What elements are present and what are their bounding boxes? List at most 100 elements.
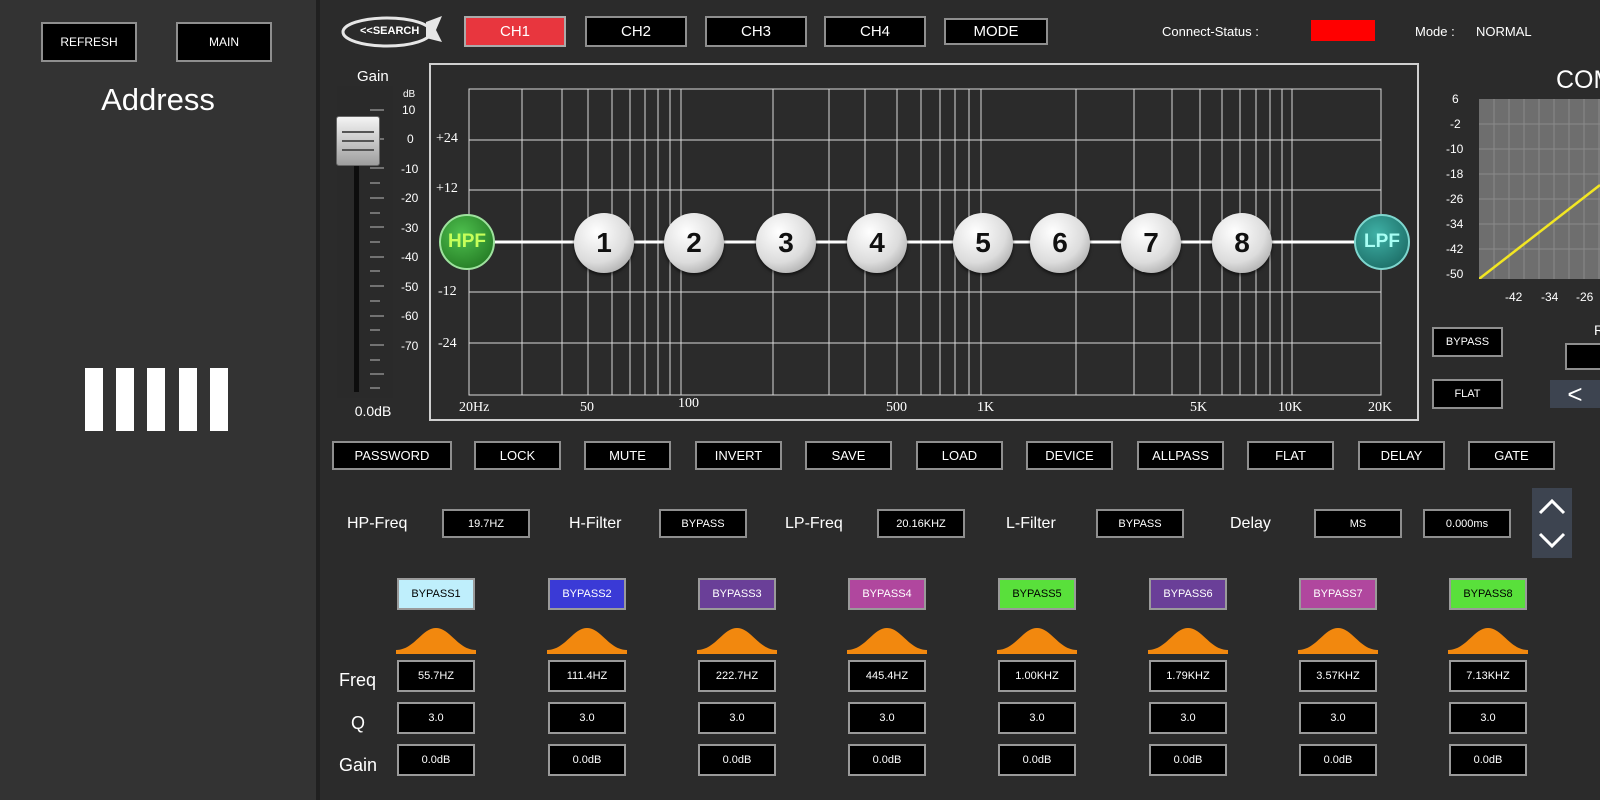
delay-label: Delay <box>1230 515 1271 532</box>
band-gain-field-2[interactable]: 0.0dB <box>548 744 626 776</box>
band-gain-field-5[interactable]: 0.0dB <box>998 744 1076 776</box>
chevron-down-icon <box>1538 532 1566 549</box>
eq-y-label: -24 <box>438 336 457 351</box>
band-freq-field-1[interactable]: 55.7HZ <box>397 660 475 692</box>
eq-band-handle-2[interactable]: 2 <box>664 213 724 273</box>
compressor-bypass-button[interactable]: BYPASS <box>1432 327 1503 357</box>
l-filter-select[interactable]: BYPASS <box>1096 509 1184 538</box>
band-gain-field-3[interactable]: 0.0dB <box>698 744 776 776</box>
eq-band-handle-4[interactable]: 4 <box>847 213 907 273</box>
delay-stepper <box>1532 488 1572 558</box>
lp-freq-field[interactable]: 20.16KHZ <box>877 509 965 538</box>
band-gain-field-7[interactable]: 0.0dB <box>1299 744 1377 776</box>
band-bypass-button-8[interactable]: BYPASS8 <box>1449 578 1527 610</box>
eq-band-handle-1[interactable]: 1 <box>574 213 634 273</box>
invert-button[interactable]: INVERT <box>695 441 782 470</box>
band-q-field-4[interactable]: 3.0 <box>848 702 926 734</box>
band-gain-field-4[interactable]: 0.0dB <box>848 744 926 776</box>
comp-y-label: -26 <box>1446 192 1464 206</box>
eq-x-label: 100 <box>678 396 699 411</box>
eq-x-label: 20Hz <box>459 400 490 415</box>
band-q-field-3[interactable]: 3.0 <box>698 702 776 734</box>
device-button[interactable]: DEVICE <box>1026 441 1113 470</box>
band-gain-field-6[interactable]: 0.0dB <box>1149 744 1227 776</box>
peak-filter-icon <box>1448 628 1528 654</box>
freq-row-label: Freq <box>339 670 377 690</box>
chevron-up-icon <box>1538 498 1566 515</box>
band-freq-field-8[interactable]: 7.13KHZ <box>1449 660 1527 692</box>
flat-button[interactable]: FLAT <box>1247 441 1334 470</box>
eq-band-handle-7[interactable]: 7 <box>1121 213 1181 273</box>
comp-y-label: -10 <box>1446 142 1464 156</box>
compressor-title: COM <box>1556 66 1600 94</box>
peak-filter-icon <box>547 628 627 654</box>
lpf-handle[interactable]: LPF <box>1354 214 1410 270</box>
band-freq-field-4[interactable]: 445.4HZ <box>848 660 926 692</box>
comp-x-label: -26 <box>1576 290 1594 304</box>
band-gain-field-1[interactable]: 0.0dB <box>397 744 475 776</box>
eq-x-label: 5K <box>1190 400 1208 415</box>
save-button[interactable]: SAVE <box>805 441 892 470</box>
comp-x-label: -42 <box>1505 290 1523 304</box>
eq-y-label: +24 <box>436 131 458 146</box>
l-filter-label: L-Filter <box>1006 515 1056 532</box>
lp-freq-label: LP-Freq <box>785 515 843 532</box>
delay-value-field[interactable]: 0.000ms <box>1423 509 1511 538</box>
band-q-field-2[interactable]: 3.0 <box>548 702 626 734</box>
peak-filter-icon <box>697 628 777 654</box>
band-bypass-button-3[interactable]: BYPASS3 <box>698 578 776 610</box>
hpf-handle[interactable]: HPF <box>439 214 495 270</box>
peak-filter-icon <box>1298 628 1378 654</box>
band-q-field-1[interactable]: 3.0 <box>397 702 475 734</box>
gain-row-label: Gain <box>339 755 378 775</box>
load-button[interactable]: LOAD <box>916 441 1003 470</box>
band-bypass-button-4[interactable]: BYPASS4 <box>848 578 926 610</box>
password-button[interactable]: PASSWORD <box>332 441 452 470</box>
band-bypass-button-5[interactable]: BYPASS5 <box>998 578 1076 610</box>
band-freq-field-2[interactable]: 111.4HZ <box>548 660 626 692</box>
compressor-partial-field[interactable] <box>1565 343 1600 370</box>
band-q-field-5[interactable]: 3.0 <box>998 702 1076 734</box>
band-freq-field-6[interactable]: 1.79KHZ <box>1149 660 1227 692</box>
q-row-label: Q <box>351 713 366 733</box>
band-bypass-button-2[interactable]: BYPASS2 <box>548 578 626 610</box>
band-freq-field-7[interactable]: 3.57KHZ <box>1299 660 1377 692</box>
band-gain-field-8[interactable]: 0.0dB <box>1449 744 1527 776</box>
delay-button[interactable]: DELAY <box>1358 441 1445 470</box>
chevron-left-icon[interactable]: < <box>1550 379 1600 409</box>
eq-x-label: 20K <box>1368 400 1393 415</box>
peak-filter-icon <box>396 628 476 654</box>
eq-band-handle-8[interactable]: 8 <box>1212 213 1272 273</box>
eq-band-handle-3[interactable]: 3 <box>756 213 816 273</box>
band-bypass-button-6[interactable]: BYPASS6 <box>1149 578 1227 610</box>
eq-band-handle-6[interactable]: 6 <box>1030 213 1090 273</box>
compressor-flat-button[interactable]: FLAT <box>1432 379 1503 409</box>
hp-freq-label: HP-Freq <box>347 515 408 532</box>
eq-y-label: -12 <box>438 284 457 299</box>
band-bypass-button-1[interactable]: BYPASS1 <box>397 578 475 610</box>
peak-filter-icon <box>847 628 927 654</box>
comp-y-label: -2 <box>1450 117 1461 131</box>
band-freq-field-3[interactable]: 222.7HZ <box>698 660 776 692</box>
h-filter-select[interactable]: BYPASS <box>659 509 747 538</box>
band-q-field-6[interactable]: 3.0 <box>1149 702 1227 734</box>
band-bypass-button-7[interactable]: BYPASS7 <box>1299 578 1377 610</box>
mute-button[interactable]: MUTE <box>584 441 671 470</box>
eq-band-handle-5[interactable]: 5 <box>953 213 1013 273</box>
band-q-field-7[interactable]: 3.0 <box>1299 702 1377 734</box>
hp-freq-field[interactable]: 19.7HZ <box>442 509 530 538</box>
gate-button[interactable]: GATE <box>1468 441 1555 470</box>
peak-filter-icon <box>1148 628 1228 654</box>
eq-y-label: +12 <box>436 181 458 196</box>
delay-unit-select[interactable]: MS <box>1314 509 1402 538</box>
eq-x-label: 50 <box>580 400 594 415</box>
eq-x-label: 1K <box>977 400 995 415</box>
band-q-field-8[interactable]: 3.0 <box>1449 702 1527 734</box>
lock-button[interactable]: LOCK <box>474 441 561 470</box>
comp-y-label: -18 <box>1446 167 1464 181</box>
comp-y-label: -42 <box>1446 242 1464 256</box>
peak-filter-icon <box>997 628 1077 654</box>
band-freq-field-5[interactable]: 1.00KHZ <box>998 660 1076 692</box>
comp-y-label: 6 <box>1452 92 1459 106</box>
allpass-button[interactable]: ALLPASS <box>1137 441 1224 470</box>
